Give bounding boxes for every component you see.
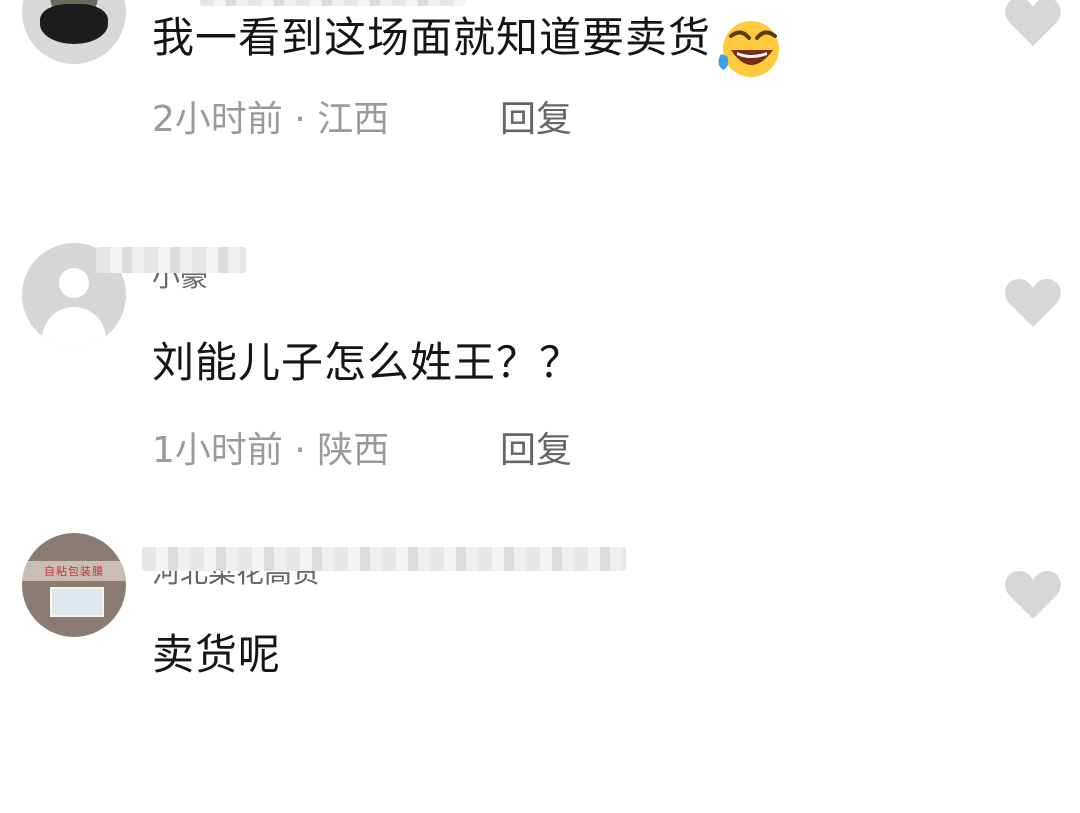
- avatar-text: 自粘包装膜: [44, 565, 104, 578]
- meta-separator: ·: [282, 430, 318, 471]
- heart-icon[interactable]: [1004, 277, 1062, 329]
- comment-item: 自粘包装膜 河北菜花高贵 卖货呢: [0, 533, 1080, 813]
- comment-meta: 1小时前 · 陕西: [152, 427, 389, 475]
- avatar-head: [59, 268, 89, 298]
- comment-text: 我一看到这场面就知道要卖货: [152, 13, 712, 62]
- reply-button[interactable]: 回复: [500, 96, 572, 144]
- comment-username[interactable]: 夕: [152, 0, 180, 2]
- heart-icon[interactable]: [1004, 0, 1062, 48]
- avatar-mask: [40, 4, 108, 44]
- comment-time: 2小时前: [152, 99, 283, 140]
- comment-location: 江西: [317, 99, 390, 140]
- avatar-product: [50, 587, 104, 617]
- comment-item: 夕 我一看到这场面就知道要卖货 2小时前 · 江西 回复: [0, 0, 1080, 240]
- comment-item: 小豪 刘能儿子怎么姓王？？ 1小时前 · 陕西 回复: [0, 243, 1080, 523]
- heart-icon[interactable]: [1004, 569, 1062, 621]
- comment-location: 陕西: [317, 430, 390, 471]
- avatar-shoulders: [42, 307, 106, 347]
- username-blur: [200, 0, 466, 6]
- comment-text: 卖货呢: [152, 630, 282, 679]
- meta-separator: ·: [282, 99, 318, 140]
- username-blur: [142, 547, 626, 571]
- grinning-squinting-tears-emoji: [718, 21, 779, 77]
- reply-button[interactable]: 回复: [500, 427, 572, 475]
- username-blur: [96, 247, 246, 273]
- comment-meta: 2小时前 · 江西: [152, 96, 389, 144]
- comment-text: 刘能儿子怎么姓王？？: [152, 338, 583, 387]
- user-avatar[interactable]: 自粘包装膜: [22, 533, 126, 637]
- user-avatar[interactable]: [22, 0, 126, 64]
- comment-time: 1小时前: [152, 430, 283, 471]
